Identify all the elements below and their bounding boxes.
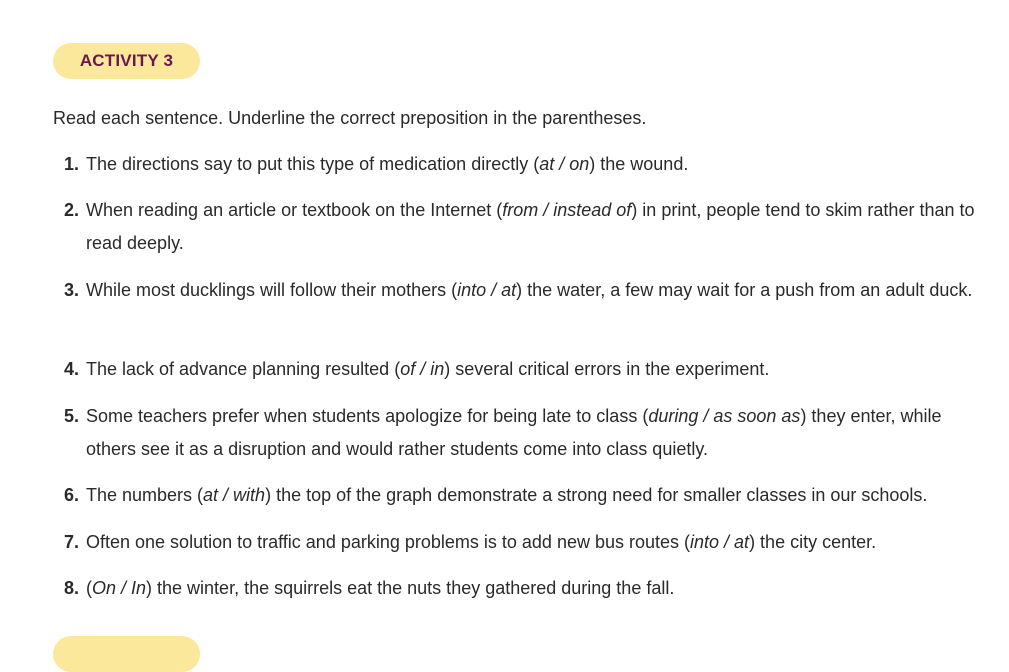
item-sentence: Often one solution to traffic and parkin…	[86, 532, 877, 552]
preposition-choice[interactable]: at / on	[539, 154, 589, 174]
list-item: 2. When reading an article or textbook o…	[53, 194, 983, 260]
item-sentence: Some teachers prefer when students apolo…	[86, 406, 942, 459]
preposition-choice[interactable]: On / In	[92, 578, 146, 598]
item-number: 3.	[63, 280, 79, 300]
next-activity-badge	[53, 636, 200, 672]
item-sentence: The lack of advance planning resulted (o…	[86, 359, 770, 379]
item-number: 1.	[63, 154, 79, 174]
preposition-choice[interactable]: into / at	[457, 280, 516, 300]
item-sentence: The numbers (at / with) the top of the g…	[86, 485, 928, 505]
item-sentence: The directions say to put this type of m…	[86, 154, 689, 174]
item-number: 7.	[63, 532, 79, 552]
item-sentence: (On / In) the winter, the squirrels eat …	[86, 578, 675, 598]
list-item: 8. (On / In) the winter, the squirrels e…	[53, 572, 983, 605]
preposition-choice[interactable]: of / in	[400, 359, 444, 379]
item-number: 5.	[63, 406, 79, 426]
preposition-choice[interactable]: into / at	[690, 532, 749, 552]
item-number: 2.	[63, 200, 79, 220]
item-sentence: When reading an article or textbook on t…	[86, 200, 975, 253]
preposition-choice[interactable]: from / instead of	[502, 200, 631, 220]
list-item: 3. While most ducklings will follow thei…	[53, 274, 983, 307]
list-item: 5. Some teachers prefer when students ap…	[53, 400, 983, 466]
list-item: 1. The directions say to put this type o…	[53, 148, 983, 181]
list-item: 6. The numbers (at / with) the top of th…	[53, 479, 983, 512]
preposition-choice[interactable]: during / as soon as	[648, 406, 800, 426]
list-item: 7. Often one solution to traffic and par…	[53, 526, 983, 559]
item-sentence: While most ducklings will follow their m…	[86, 280, 973, 300]
item-number: 8.	[63, 578, 79, 598]
item-number: 6.	[63, 485, 79, 505]
activity-badge: ACTIVITY 3	[53, 43, 200, 79]
item-number: 4.	[63, 359, 79, 379]
preposition-choice[interactable]: at / with	[203, 485, 265, 505]
instructions: Read each sentence. Underline the correc…	[53, 108, 647, 128]
list-item: 4. The lack of advance planning resulted…	[53, 353, 983, 386]
